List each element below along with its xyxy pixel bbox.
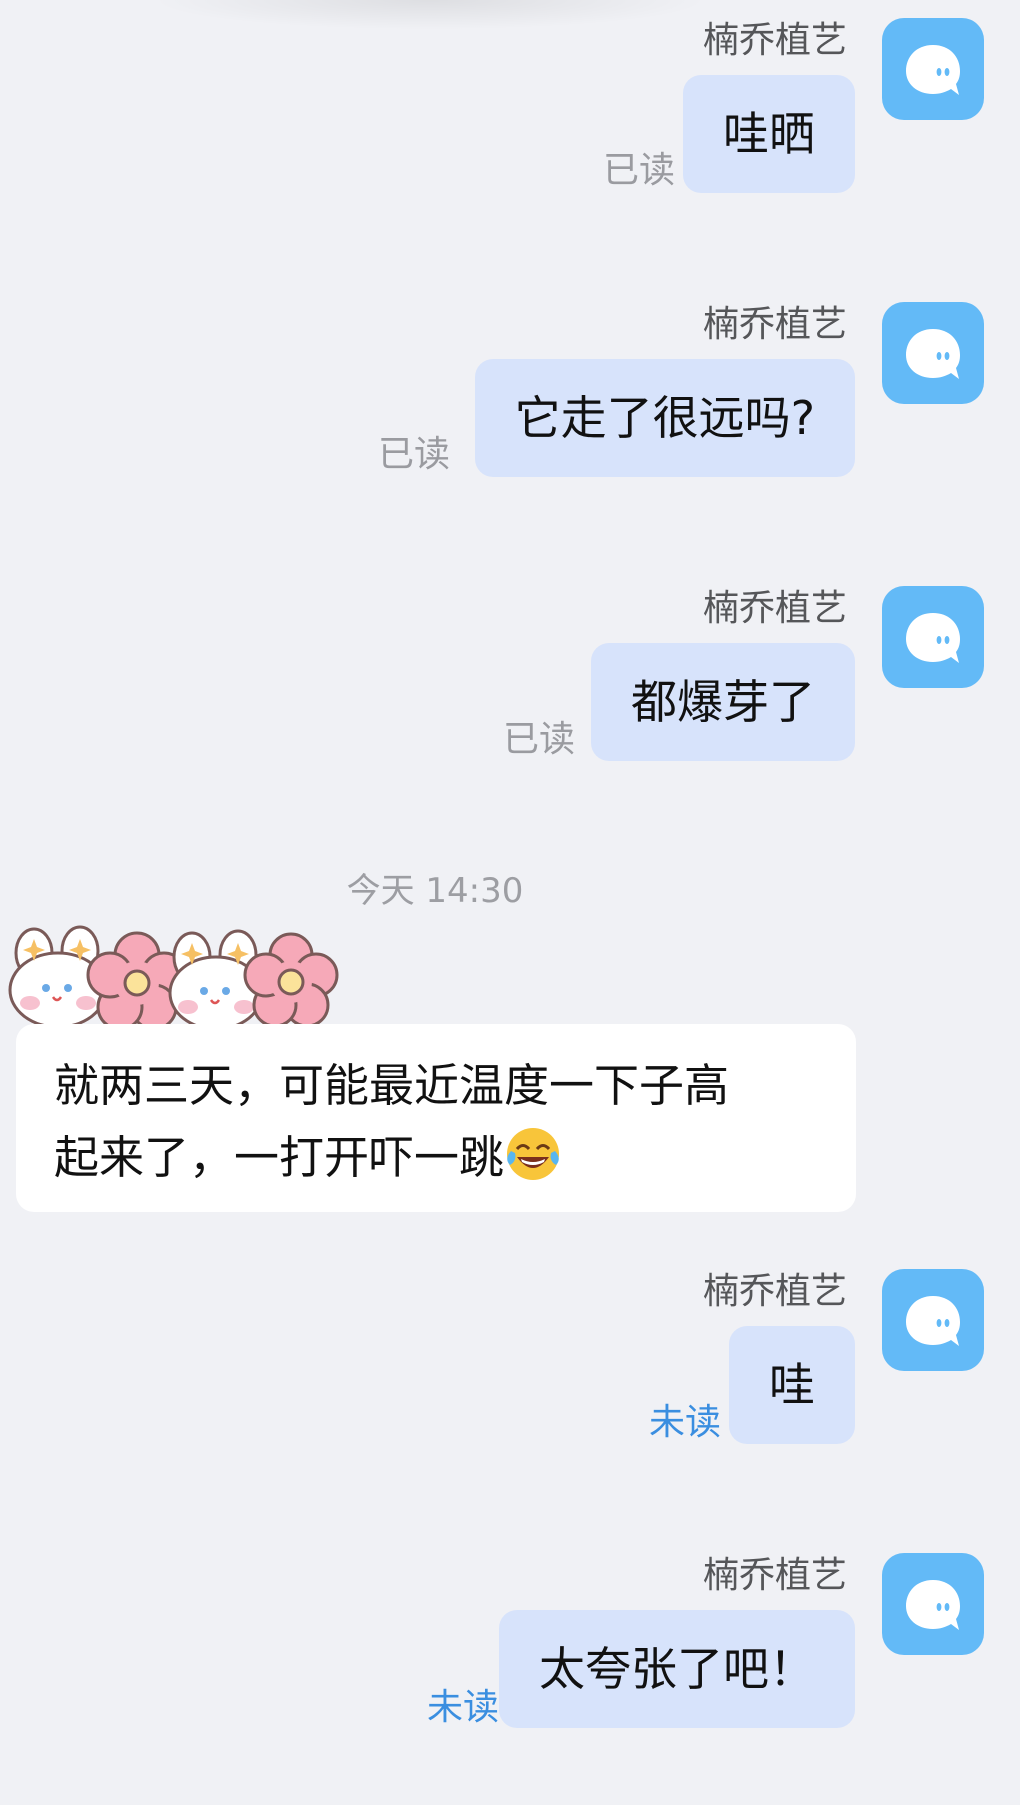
chat-bubble-avatar-icon	[906, 45, 960, 95]
top-shadow	[150, 0, 710, 30]
chat-timestamp: 今天 14:30	[346, 871, 524, 911]
contact-avatar[interactable]	[882, 1269, 984, 1371]
read-status: 已读	[603, 150, 676, 191]
sender-name: 楠乔植艺	[702, 304, 847, 345]
sender-name: 楠乔植艺	[702, 1271, 847, 1312]
message-line-text: 起来了，一打开吓一跳	[54, 1131, 505, 1184]
chat-bubble-avatar-icon	[906, 613, 960, 663]
read-status: 已读	[378, 434, 451, 475]
sender-name: 楠乔植艺	[702, 20, 847, 61]
unread-status: 未读	[427, 1687, 500, 1728]
contact-avatar[interactable]	[882, 18, 984, 120]
sender-name: 楠乔植艺	[702, 1555, 847, 1596]
chat-bubble-avatar-icon	[906, 1580, 960, 1630]
contact-avatar[interactable]	[882, 302, 984, 404]
outgoing-message-bubble[interactable]: 哇	[729, 1326, 855, 1444]
outgoing-message-bubble[interactable]: 太夸张了吧！	[499, 1610, 855, 1728]
contact-avatar[interactable]	[882, 586, 984, 688]
outgoing-message-bubble[interactable]: 哇晒	[683, 75, 855, 193]
bunny-flower-sticker	[8, 925, 339, 1031]
outgoing-message-bubble[interactable]: 它走了很远吗?	[474, 359, 855, 477]
message-line: 就两三天，可能最近温度一下子高	[54, 1059, 730, 1112]
message-line-with-emoji: 起来了，一打开吓一跳	[54, 1122, 822, 1194]
read-status: 已读	[503, 719, 576, 760]
sender-name: 楠乔植艺	[702, 588, 847, 629]
outgoing-message-bubble[interactable]: 都爆芽了	[591, 643, 855, 761]
unread-status: 未读	[649, 1402, 722, 1443]
incoming-message-bubble[interactable]: 就两三天，可能最近温度一下子高 起来了，一打开吓一跳	[16, 1024, 856, 1212]
chat-bubble-avatar-icon	[906, 1296, 960, 1346]
chat-bubble-avatar-icon	[906, 329, 960, 379]
tears-of-joy-emoji	[507, 1128, 560, 1180]
contact-avatar[interactable]	[882, 1553, 984, 1655]
